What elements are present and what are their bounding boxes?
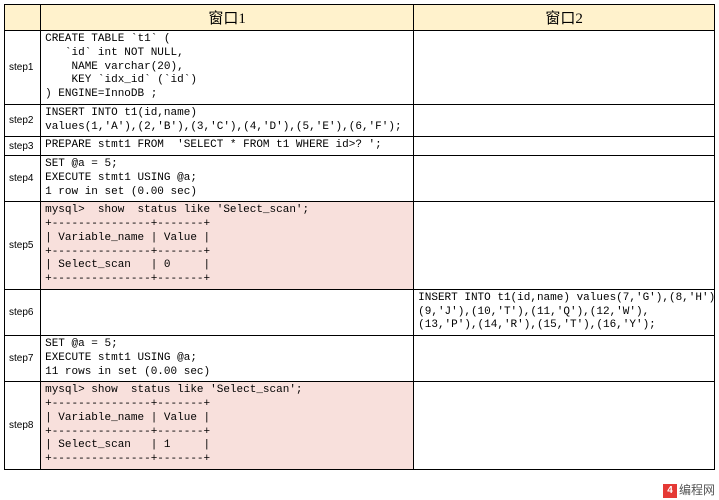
win1-cell [41,289,414,335]
header-win1: 窗口1 [41,5,414,31]
watermark-logo-icon: 4 [663,484,677,498]
header-row: 窗口1 窗口2 [5,5,715,31]
win2-cell [414,336,715,382]
win2-cell [414,382,715,470]
win2-cell [414,137,715,156]
header-step [5,5,41,31]
win2-cell: INSERT INTO t1(id,name) values(7,'G'),(8… [414,289,715,335]
step-label: step1 [5,31,41,105]
step-label: step8 [5,382,41,470]
step-label: step7 [5,336,41,382]
watermark: 4编程网 [663,481,715,498]
table-row: step4SET @a = 5; EXECUTE stmt1 USING @a;… [5,156,715,202]
table-row: step8mysql> show status like 'Select_sca… [5,382,715,470]
step-label: step3 [5,137,41,156]
win1-cell: SET @a = 5; EXECUTE stmt1 USING @a; 11 r… [41,336,414,382]
table-row: step1CREATE TABLE `t1` ( `id` int NOT NU… [5,31,715,105]
step-label: step4 [5,156,41,202]
win2-cell [414,31,715,105]
step-label: step5 [5,202,41,290]
watermark-text: 编程网 [679,483,715,497]
win2-cell [414,202,715,290]
win1-cell: mysql> show status like 'Select_scan'; +… [41,202,414,290]
win2-cell [414,104,715,137]
step-label: step2 [5,104,41,137]
table-row: step6 INSERT INTO t1(id,name) values(7,'G… [5,289,715,335]
win1-cell: PREPARE stmt1 FROM 'SELECT * FROM t1 WHE… [41,137,414,156]
win2-cell [414,156,715,202]
table-row: step3PREPARE stmt1 FROM 'SELECT * FROM t… [5,137,715,156]
sql-steps-table: 窗口1 窗口2 step1CREATE TABLE `t1` ( `id` in… [4,4,715,470]
table-row: step7SET @a = 5; EXECUTE stmt1 USING @a;… [5,336,715,382]
win1-cell: mysql> show status like 'Select_scan'; +… [41,382,414,470]
step-label: step6 [5,289,41,335]
table-row: step2INSERT INTO t1(id,name) values(1,'A… [5,104,715,137]
win1-cell: INSERT INTO t1(id,name) values(1,'A'),(2… [41,104,414,137]
win1-cell: SET @a = 5; EXECUTE stmt1 USING @a; 1 ro… [41,156,414,202]
win1-cell: CREATE TABLE `t1` ( `id` int NOT NULL, N… [41,31,414,105]
header-win2: 窗口2 [414,5,715,31]
table-row: step5mysql> show status like 'Select_sca… [5,202,715,290]
